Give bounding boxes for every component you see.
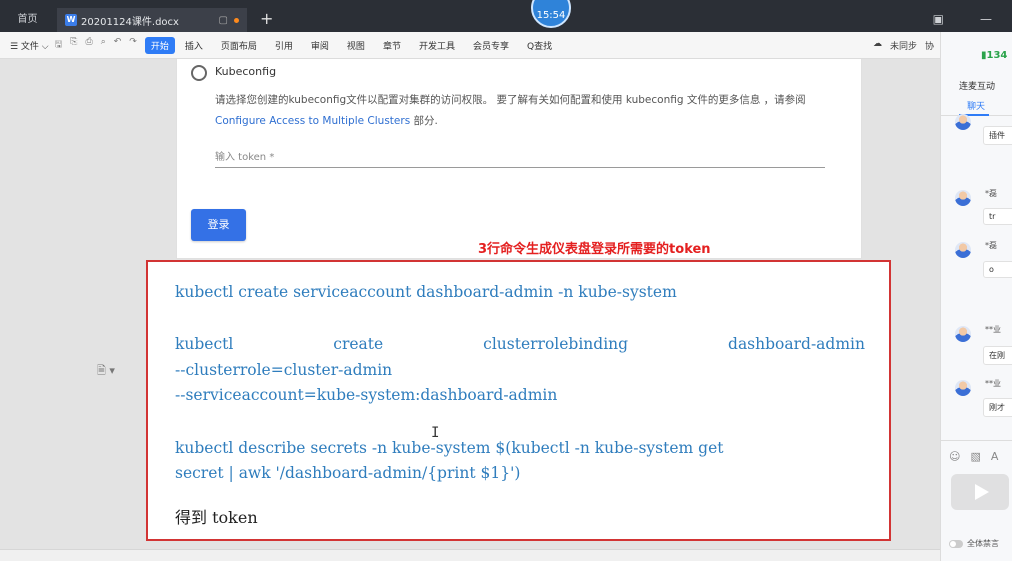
chat-username: *磊 xyxy=(985,189,997,198)
tab-home[interactable]: 首页 xyxy=(0,8,55,32)
status-bar xyxy=(0,549,940,561)
app-window: 首页 W 20201124课件.docx ▢ + 15:54 ▣ — ☰ 文件 … xyxy=(0,0,1012,561)
clock-badge: 15:54 xyxy=(531,0,571,28)
command-word: kubectl xyxy=(175,335,234,353)
chat-username: **业 xyxy=(985,325,1001,334)
file-menu-button[interactable]: ☰ 文件 ⌵ xyxy=(10,39,49,52)
command-line: kubectl create clusterrolebinding dashbo… xyxy=(175,335,865,353)
ribbon-toolbar: ☰ 文件 ⌵ 🖫 ⎘ ⎙ ⌕ ↶ ↷ 开始 插入 页面布局 引用 审阅 视图 章… xyxy=(0,32,940,59)
word-doc-icon: W xyxy=(65,14,77,26)
save-icon[interactable]: 🖫 xyxy=(55,37,63,53)
command-word: dashboard-admin xyxy=(728,335,865,353)
menu-item[interactable]: 引用 xyxy=(275,39,293,52)
chat-username: *磊 xyxy=(985,241,997,250)
menu-item[interactable]: 开发工具 xyxy=(419,39,455,52)
cloud-icon: ☁ xyxy=(872,38,882,49)
panel-title[interactable]: 连麦互动 xyxy=(959,79,995,92)
kubeconfig-description: 请选择您创建的kubeconfig文件以配置对集群的访问权限。 要了解有关如何配… xyxy=(215,90,835,132)
chat-message: 插件 xyxy=(983,126,1012,145)
kubeconfig-label: Kubeconfig xyxy=(215,65,277,78)
tab-chat[interactable]: 聊天 xyxy=(967,99,985,112)
play-icon[interactable] xyxy=(951,474,1009,510)
chat-message: 在刚 xyxy=(983,346,1012,365)
command-line: secret | awk '/dashboard-admin/{print $1… xyxy=(175,464,521,482)
image-icon[interactable]: ▧ xyxy=(970,450,980,463)
signal-value: 134 xyxy=(986,50,1008,61)
avatar xyxy=(955,190,971,206)
login-button[interactable]: 登录 xyxy=(191,209,246,241)
unsaved-dot-icon xyxy=(234,17,239,23)
tab-start[interactable]: 开始 xyxy=(144,36,175,54)
command-word: clusterrolebinding xyxy=(483,335,629,353)
menu-item[interactable]: 会员专享 xyxy=(473,39,509,52)
chat-username: **业 xyxy=(985,379,1001,388)
command-line: kubectl create serviceaccount dashboard-… xyxy=(175,283,677,301)
font-icon[interactable]: A xyxy=(991,450,999,463)
signal-indicator: ▮134 xyxy=(981,50,1007,61)
kubeconfig-radio[interactable] xyxy=(191,65,207,81)
emoji-icon[interactable]: ☺ xyxy=(949,450,960,463)
command-line: kubectl describe secrets -n kube-system … xyxy=(175,439,724,457)
undo-icon[interactable]: ↶ xyxy=(114,37,122,53)
command-word: create xyxy=(333,335,384,353)
collab-button[interactable]: 协 xyxy=(925,39,934,52)
menu-item[interactable]: 章节 xyxy=(383,39,401,52)
preview-icon[interactable]: ⌕ xyxy=(101,37,106,53)
sync-area: ☁ 未同步 协 xyxy=(873,39,934,52)
mute-all-toggle[interactable]: 全体禁言 xyxy=(949,538,999,549)
panel-divider xyxy=(941,440,1012,441)
mute-all-label: 全体禁言 xyxy=(967,539,999,548)
chat-tools: ☺ ▧ A xyxy=(949,450,998,463)
command-box: kubectl create serviceaccount dashboard-… xyxy=(146,260,891,541)
command-line: --serviceaccount=kube-system:dashboard-a… xyxy=(175,386,558,404)
search-menu-item[interactable]: Q查找 xyxy=(527,39,552,52)
title-bar: 首页 W 20201124课件.docx ▢ + 15:54 ▣ — xyxy=(0,0,1012,32)
chat-message: 刚才 xyxy=(983,398,1012,417)
restore-icon[interactable]: ▣ xyxy=(933,12,944,26)
annotation-title: 3行命令生成仪表盘登录所需要的token xyxy=(478,242,711,257)
avatar xyxy=(955,114,971,130)
configure-access-link[interactable]: Configure Access to Multiple Clusters xyxy=(215,115,410,127)
avatar xyxy=(955,326,971,342)
ribbon-menu: 插入 页面布局 引用 审阅 视图 章节 开发工具 会员专享 Q查找 xyxy=(185,39,552,52)
command-line: --clusterrole=cluster-admin xyxy=(175,361,393,379)
print-icon[interactable]: ⎙ xyxy=(86,37,93,53)
menu-item[interactable]: 页面布局 xyxy=(221,39,257,52)
kubeconfig-desc-tail: 部分. xyxy=(410,115,438,127)
menu-item[interactable]: 视图 xyxy=(347,39,365,52)
menu-item[interactable]: 审阅 xyxy=(311,39,329,52)
text-cursor-icon: I xyxy=(431,425,440,441)
toggle-switch[interactable] xyxy=(949,539,963,548)
new-tab-icon[interactable]: + xyxy=(260,9,273,28)
export-icon[interactable]: ⎘ xyxy=(70,37,77,53)
window-controls: ▣ — xyxy=(933,12,992,26)
avatar xyxy=(955,380,971,396)
document-nav-icon[interactable]: 🗎 ▾ xyxy=(97,362,115,381)
tab-document[interactable]: W 20201124课件.docx ▢ xyxy=(57,8,247,32)
avatar xyxy=(955,242,971,258)
kubeconfig-desc-text: 请选择您创建的kubeconfig文件以配置对集群的访问权限。 要了解有关如何配… xyxy=(215,94,806,106)
document-tab-label: 20201124课件.docx xyxy=(81,16,179,28)
sync-status[interactable]: 未同步 xyxy=(890,39,917,52)
menu-item[interactable]: 插入 xyxy=(185,39,203,52)
minimize-icon[interactable]: — xyxy=(980,12,992,26)
document-canvas: Kubeconfig 请选择您创建的kubeconfig文件以配置对集群的访问权… xyxy=(0,59,940,549)
redo-icon[interactable]: ↷ xyxy=(129,37,137,53)
result-text: 得到 token xyxy=(175,508,258,527)
window-icon[interactable]: ▢ xyxy=(219,15,228,26)
chat-message: tr xyxy=(983,208,1012,225)
token-input[interactable]: 输入 token * xyxy=(215,148,825,168)
document-page-top: Kubeconfig 请选择您创建的kubeconfig文件以配置对集群的访问权… xyxy=(176,59,862,259)
chat-message: o xyxy=(983,261,1012,278)
quick-access-icons: 🖫 ⎘ ⎙ ⌕ ↶ ↷ xyxy=(55,37,137,53)
chat-panel: ▮134 连麦互动 聊天 插件 *磊 tr *磊 o **业 在刚 **业 刚才… xyxy=(940,32,1012,561)
